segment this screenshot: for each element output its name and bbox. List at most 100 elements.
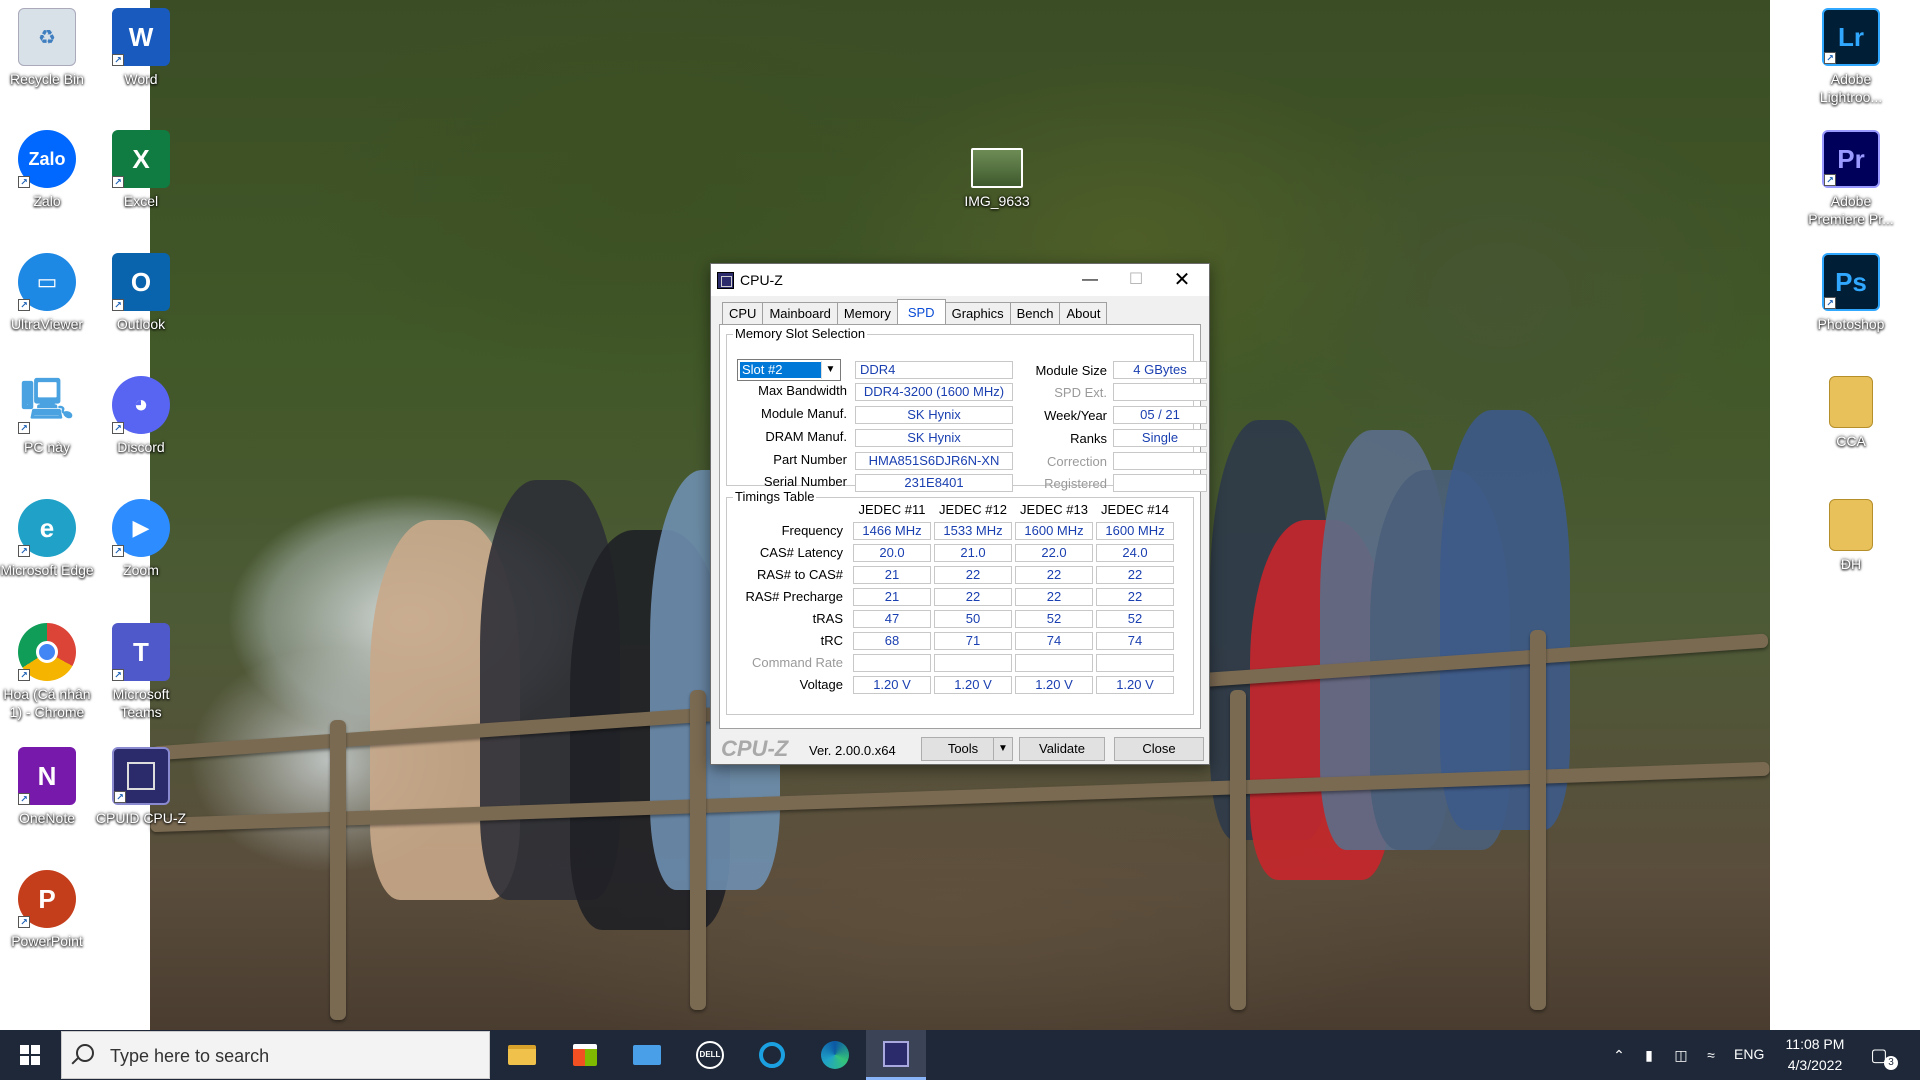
desktop-icon-zalo[interactable]: Zalo ↗ Zalo bbox=[0, 130, 94, 210]
timing-cell: 1533 MHz bbox=[934, 522, 1012, 540]
mail-icon bbox=[633, 1045, 661, 1065]
recycle-bin-icon: ♻ bbox=[18, 8, 76, 66]
maximize-button[interactable]: ☐ bbox=[1113, 264, 1159, 296]
tools-dropdown-button[interactable]: ▼ bbox=[993, 737, 1013, 761]
timing-cell: 52 bbox=[1015, 610, 1093, 628]
spd-ext-value bbox=[1113, 383, 1207, 401]
timing-row-label: Voltage bbox=[799, 677, 843, 692]
max-bandwidth-value: DDR4-3200 (1600 MHz) bbox=[855, 383, 1013, 401]
desktop-icon-recycle-bin[interactable]: ♻ Recycle Bin bbox=[0, 8, 94, 88]
desktop-icon-chrome[interactable]: ↗ Hoa (Cá nhân 1) - Chrome bbox=[0, 623, 94, 721]
tab-graphics[interactable]: Graphics bbox=[944, 302, 1011, 324]
tab-about[interactable]: About bbox=[1059, 302, 1108, 324]
timing-cell: 22 bbox=[1096, 588, 1174, 606]
minimize-button[interactable]: — bbox=[1067, 264, 1113, 296]
clock-time[interactable]: 11:08 PM bbox=[1782, 1036, 1848, 1052]
microsoft-store-icon bbox=[573, 1044, 597, 1066]
taskbar-search-box[interactable]: Type here to search bbox=[61, 1031, 490, 1079]
tab-mainboard[interactable]: Mainboard bbox=[762, 302, 838, 324]
taskbar-cpuz[interactable] bbox=[866, 1030, 926, 1080]
excel-glyph: X bbox=[132, 143, 150, 174]
timing-cell: 50 bbox=[934, 610, 1012, 628]
desktop-icon-cpuz[interactable]: ↗ CPUID CPU-Z bbox=[94, 747, 188, 827]
desktop-icon-onenote[interactable]: N ↗ OneNote bbox=[0, 747, 94, 827]
cpuz-tabs: CPU Mainboard Memory SPD Graphics Bench … bbox=[722, 299, 1108, 324]
taskbar-dell[interactable]: DELL bbox=[680, 1030, 740, 1080]
timing-cell: 22 bbox=[934, 566, 1012, 584]
desktop-icon-folder-cca[interactable]: CCA bbox=[1804, 376, 1898, 450]
timing-row-label: tRAS bbox=[812, 611, 843, 626]
shortcut-arrow-icon: ↗ bbox=[112, 176, 124, 188]
tools-button-label: Tools bbox=[947, 741, 979, 756]
person-figure bbox=[1440, 410, 1570, 830]
desktop-icon-folder-dh[interactable]: ĐH bbox=[1804, 499, 1898, 573]
desktop-icon-this-pc[interactable]: 🖳 ↗ PC này bbox=[0, 376, 94, 456]
show-hidden-icons-chevron-icon[interactable]: ⌃ bbox=[1610, 1046, 1628, 1064]
memory-slot-selection-group: Memory Slot Selection Slot #2 ▼ DDR4 Max… bbox=[726, 326, 1207, 492]
chrome-icon: ↗ bbox=[18, 623, 76, 681]
close-button[interactable]: Close bbox=[1114, 737, 1204, 761]
timing-cell: 1466 MHz bbox=[853, 522, 931, 540]
tab-spd[interactable]: SPD bbox=[896, 299, 946, 324]
chrome-center-dot bbox=[36, 641, 58, 663]
taskbar-microsoft-store[interactable] bbox=[555, 1030, 615, 1080]
version-label: Ver. 2.00.0.x64 bbox=[809, 743, 896, 758]
field-label: DRAM Manuf. bbox=[765, 429, 847, 444]
timing-cell: 21 bbox=[853, 588, 931, 606]
timing-row-label: Frequency bbox=[781, 523, 843, 538]
edge-icon bbox=[821, 1041, 849, 1069]
desktop-icon-excel[interactable]: X ↗ Excel bbox=[94, 130, 188, 210]
taskbar-cortana[interactable] bbox=[742, 1030, 802, 1080]
cpuz-titlebar[interactable]: CPU-Z — ☐ ✕ bbox=[711, 264, 1209, 296]
desktop-icon-img-9633[interactable]: IMG_9633 bbox=[950, 148, 1044, 210]
close-window-button[interactable]: ✕ bbox=[1159, 264, 1205, 296]
validate-button[interactable]: Validate bbox=[1019, 737, 1105, 761]
zalo-icon: Zalo ↗ bbox=[18, 130, 76, 188]
timing-cell: 47 bbox=[853, 610, 931, 628]
desktop-icon-label: PC này bbox=[24, 439, 70, 455]
desktop-icon-edge[interactable]: e ↗ Microsoft Edge bbox=[0, 499, 94, 579]
desktop-icon-powerpoint[interactable]: P ↗ PowerPoint bbox=[0, 870, 94, 950]
desktop-icon-teams[interactable]: T ↗ Microsoft Teams bbox=[94, 623, 188, 721]
start-button[interactable] bbox=[0, 1030, 60, 1080]
desktop-icon-zoom[interactable]: ▶ ↗ Zoom bbox=[94, 499, 188, 579]
network-adapter-icon[interactable]: ◫ bbox=[1672, 1046, 1690, 1064]
shortcut-arrow-icon: ↗ bbox=[112, 299, 124, 311]
desktop-icon-word[interactable]: W ↗ Word bbox=[94, 8, 188, 88]
desktop-icon-label: Excel bbox=[123, 193, 159, 209]
slot-dropdown[interactable]: Slot #2 ▼ bbox=[737, 359, 841, 381]
taskbar-edge[interactable] bbox=[805, 1030, 865, 1080]
tab-memory[interactable]: Memory bbox=[836, 302, 898, 324]
slot-dropdown-value: Slot #2 bbox=[740, 362, 822, 378]
desktop-icon-photoshop[interactable]: Ps ↗ Photoshop bbox=[1804, 253, 1898, 333]
battery-icon[interactable]: ▮ bbox=[1640, 1046, 1658, 1064]
clock-date[interactable]: 4/3/2022 bbox=[1782, 1057, 1848, 1073]
fence-post bbox=[1530, 630, 1546, 1010]
desktop-icon-outlook[interactable]: O ↗ Outlook bbox=[94, 253, 188, 333]
tab-cpu[interactable]: CPU bbox=[722, 302, 764, 324]
timing-cell: 1.20 V bbox=[853, 676, 931, 694]
input-language-indicator[interactable]: ENG bbox=[1734, 1046, 1764, 1062]
timing-cell bbox=[1096, 654, 1174, 672]
lightroom-icon: Lr ↗ bbox=[1822, 8, 1880, 66]
excel-icon: X ↗ bbox=[112, 130, 170, 188]
timing-cell: 22 bbox=[934, 588, 1012, 606]
folder-icon bbox=[1829, 376, 1873, 428]
desktop-icon-label: Word bbox=[124, 71, 158, 87]
field-label: Ranks bbox=[1070, 431, 1107, 446]
desktop-icon-label: OneNote bbox=[18, 810, 76, 826]
desktop-icon-discord[interactable]: ◕ ↗ Discord bbox=[94, 376, 188, 456]
desktop-icon-premiere[interactable]: Pr ↗ Adobe Premiere Pr... bbox=[1804, 130, 1898, 228]
tab-bench[interactable]: Bench bbox=[1009, 302, 1061, 324]
powerpoint-glyph: P bbox=[38, 883, 56, 914]
desktop-icon-label: UltraViewer bbox=[10, 316, 84, 332]
taskbar-file-explorer[interactable] bbox=[492, 1030, 552, 1080]
wifi-icon[interactable]: ≈ bbox=[1702, 1046, 1720, 1064]
desktop-icon-lightroom[interactable]: Lr ↗ Adobe Lightroo... bbox=[1804, 8, 1898, 106]
teams-glyph: T bbox=[133, 636, 149, 667]
fence-post bbox=[690, 690, 706, 1010]
desktop-icon-ultraviewer[interactable]: ▭ ↗ UltraViewer bbox=[0, 253, 94, 333]
part-number-value: HMA851S6DJR6N-XN bbox=[855, 452, 1013, 470]
shortcut-arrow-icon: ↗ bbox=[112, 422, 124, 434]
taskbar-mail[interactable] bbox=[617, 1030, 677, 1080]
